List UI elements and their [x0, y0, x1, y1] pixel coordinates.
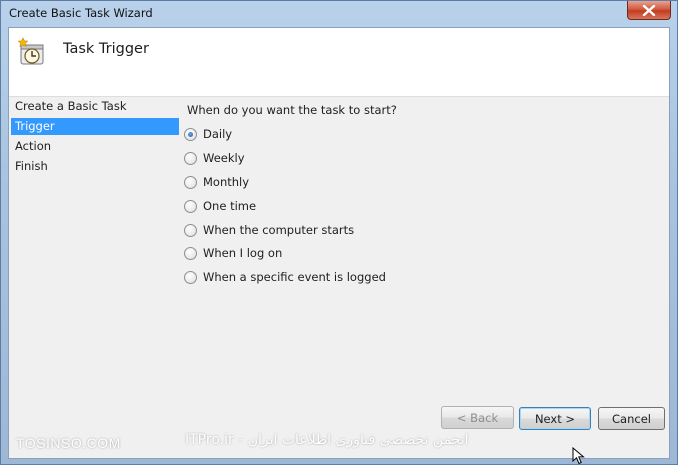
mouse-cursor-icon — [572, 447, 585, 465]
option-daily[interactable]: Daily — [184, 125, 232, 143]
close-button[interactable] — [627, 1, 671, 20]
close-icon — [642, 4, 656, 16]
title-bar[interactable]: Create Basic Task Wizard — [1, 1, 677, 27]
radio-daily[interactable] — [184, 127, 197, 141]
trigger-question: When do you want the task to start? — [187, 103, 397, 117]
radio-event-logged[interactable] — [184, 270, 197, 284]
radio-monthly[interactable] — [184, 175, 197, 189]
option-label: Monthly — [203, 175, 250, 189]
back-button[interactable]: < Back — [441, 406, 514, 429]
radio-computer-starts[interactable] — [184, 223, 197, 237]
cancel-button[interactable]: Cancel — [598, 407, 665, 430]
next-button[interactable]: Next > — [519, 407, 591, 430]
step-create-basic-task[interactable]: Create a Basic Task — [11, 98, 179, 115]
trigger-panel: When do you want the task to start? Dail… — [182, 98, 669, 428]
radio-log-on[interactable] — [184, 246, 197, 260]
option-log-on[interactable]: When I log on — [184, 244, 282, 262]
wizard-header: Task Trigger — [9, 28, 669, 97]
window-title: Create Basic Task Wizard — [9, 6, 153, 20]
option-label: Daily — [203, 127, 233, 141]
step-finish[interactable]: Finish — [11, 158, 179, 175]
option-label: When a specific event is logged — [203, 270, 386, 284]
page-title: Task Trigger — [63, 41, 149, 57]
option-label: Weekly — [203, 151, 245, 165]
wizard-client-area: Task Trigger Create a Basic Task Trigger… — [8, 27, 670, 459]
radio-one-time[interactable] — [184, 199, 197, 213]
watermark-right: ITPro.ir - انجمن تخصصی فناوری اطلاعات ای… — [185, 432, 469, 448]
step-trigger[interactable]: Trigger — [11, 118, 179, 135]
option-label: When I log on — [203, 246, 283, 260]
task-clock-icon — [17, 37, 44, 65]
option-computer-starts[interactable]: When the computer starts — [184, 221, 354, 239]
option-weekly[interactable]: Weekly — [184, 149, 245, 167]
wizard-window: Create Basic Task Wizard Task Trigger Cr… — [0, 0, 678, 465]
wizard-step-list: Create a Basic Task Trigger Action Finis… — [9, 98, 181, 428]
option-label: One time — [203, 199, 257, 213]
watermark-left: TOSINSO.COM — [16, 435, 121, 451]
radio-weekly[interactable] — [184, 151, 197, 165]
option-label: When the computer starts — [203, 223, 355, 237]
option-one-time[interactable]: One time — [184, 197, 256, 215]
step-action[interactable]: Action — [11, 138, 179, 155]
option-monthly[interactable]: Monthly — [184, 173, 249, 191]
option-event-logged[interactable]: When a specific event is logged — [184, 268, 386, 286]
